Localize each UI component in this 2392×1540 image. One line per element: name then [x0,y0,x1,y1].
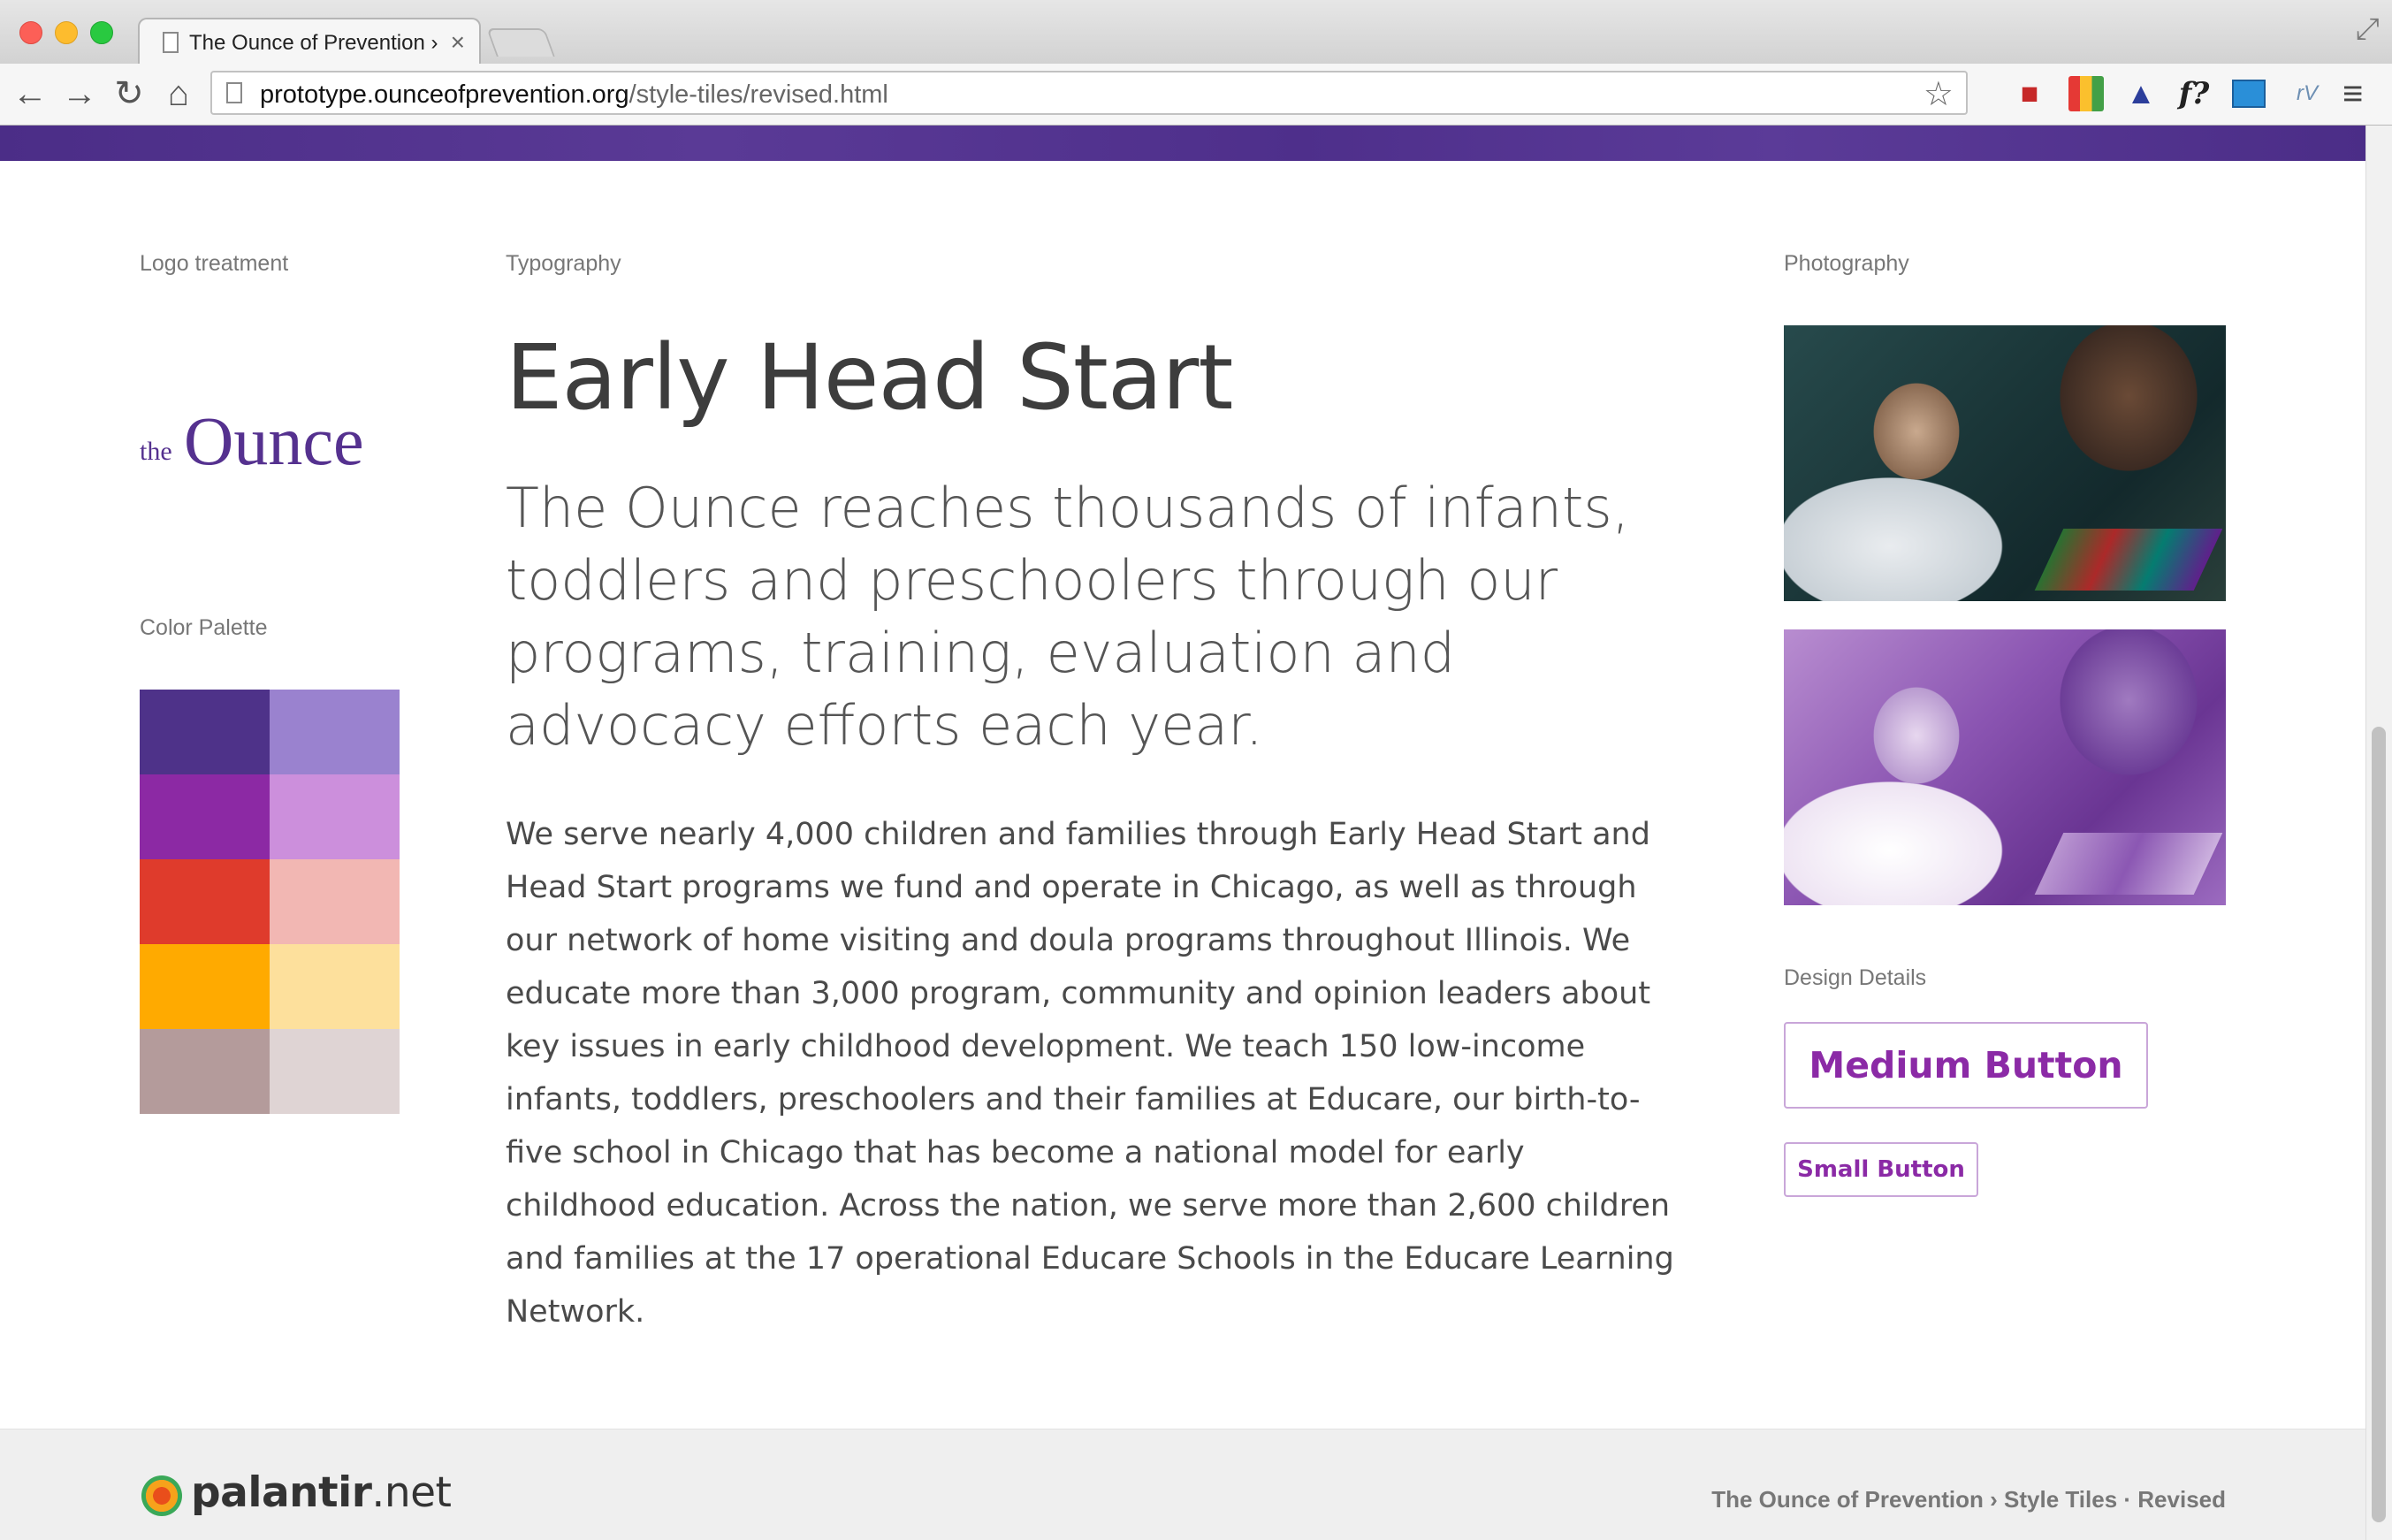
minimize-window-icon[interactable] [55,21,78,44]
footer: palantir.net The Ounce of Prevention › S… [0,1429,2365,1540]
menu-icon[interactable]: ≡ [2342,74,2363,113]
brand-bold: palantir [191,1468,372,1517]
palantir-brand[interactable]: palantir.net [191,1468,452,1517]
fullscreen-icon[interactable]: ⤢ [2356,12,2380,47]
image-extension-icon[interactable]: ▲ [2122,74,2160,113]
color-swatch [270,774,400,859]
font-extension-icon[interactable]: f? [2175,74,2213,113]
browser-tab[interactable]: The Ounce of Prevention › × [138,18,481,65]
close-window-icon[interactable] [19,21,42,44]
tab-title: The Ounce of Prevention › [189,31,438,55]
sofa-extension-icon[interactable]: ■ [2010,74,2049,113]
forward-icon[interactable]: → [60,72,99,115]
url-text[interactable]: prototype.ounceofprevention.org/style-ti… [260,80,888,110]
color-swatch [270,859,400,944]
reload-icon[interactable]: ↻ [110,72,149,115]
window-extension-icon[interactable] [2229,74,2268,113]
color-swatch [140,859,270,944]
page-content: Logo treatment Typography Photography th… [0,126,2365,1540]
new-tab-button[interactable] [486,28,555,57]
color-palette-label: Color Palette [140,615,268,640]
address-bar[interactable]: prototype.ounceofprevention.org/style-ti… [210,71,1968,115]
typography-label: Typography [506,251,621,276]
photo-purple-duotone [1784,629,2226,905]
brand-suffix: .net [371,1468,452,1517]
photo-color [1784,325,2226,601]
medium-button[interactable]: Medium Button [1784,1022,2148,1109]
header-band [0,126,2365,161]
color-swatch [270,1029,400,1114]
color-swatch [140,690,270,774]
color-swatch [270,944,400,1029]
url-domain: prototype.ounceofprevention.org [260,80,629,109]
body-paragraph: We serve nearly 4,000 children and famil… [506,817,1674,1330]
palantir-logo-icon [141,1475,182,1516]
small-button[interactable]: Small Button [1784,1142,1978,1197]
logo-treatment-label: Logo treatment [140,251,289,276]
lead-paragraph: The Ounce reaches thousands of infants, … [506,476,1630,758]
color-palette [140,690,400,1114]
tab-bar: The Ounce of Prevention › × ⤢ [0,0,2392,65]
url-path: /style-tiles/revised.html [628,80,888,109]
zoom-window-icon[interactable] [90,21,113,44]
color-extension-icon[interactable] [2067,74,2106,113]
footer-breadcrumb: The Ounce of Prevention › Style Tiles · … [1711,1486,2226,1513]
headline: Early Head Start [506,325,1233,431]
bookmark-star-icon[interactable]: ☆ [1924,74,1954,114]
logo-prefix: the [140,437,172,466]
home-icon[interactable]: ⌂ [159,72,198,115]
design-details-label: Design Details [1784,965,1927,990]
page-icon [226,82,242,103]
photography-label: Photography [1784,251,1909,276]
color-swatch [140,1029,270,1114]
photo-toy-detail [2034,529,2223,591]
color-swatch [140,774,270,859]
photo-toy-detail [2034,833,2223,895]
back-icon[interactable]: ← [11,72,50,115]
vertical-scrollbar[interactable] [2365,126,2392,1540]
scrollbar-thumb[interactable] [2372,727,2386,1522]
page-icon [163,32,179,53]
logo-wordmark: Ounce [184,402,364,479]
browser-toolbar: ← → ↻ ⌂ prototype.ounceofprevention.org/… [0,64,2392,126]
close-tab-icon[interactable]: × [451,28,465,57]
color-swatch [270,690,400,774]
rv-extension-icon[interactable]: rV [2288,74,2327,113]
color-swatch [140,944,270,1029]
